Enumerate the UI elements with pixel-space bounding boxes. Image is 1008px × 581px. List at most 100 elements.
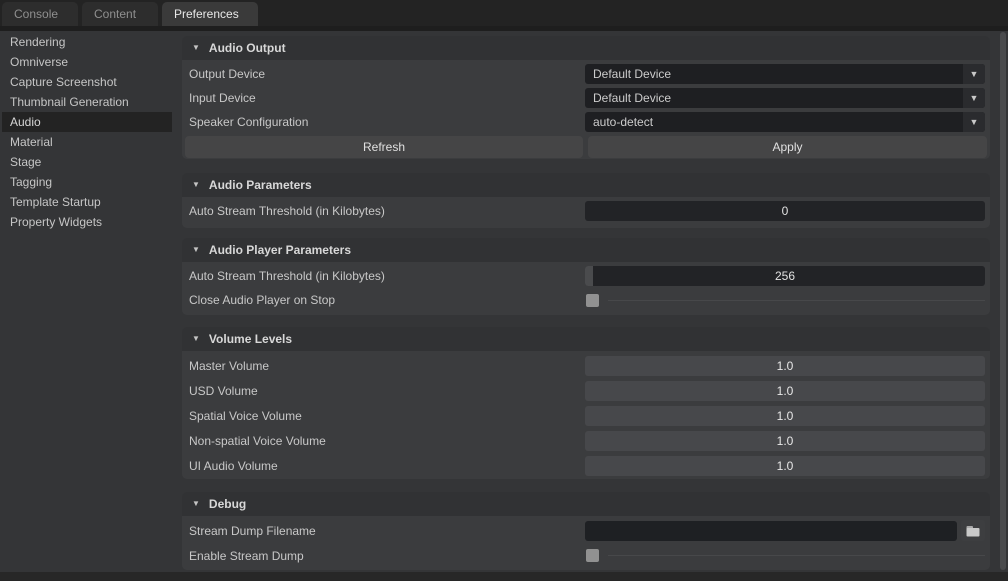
section-audio-player-parameters-header[interactable]: ▼ Audio Player Parameters — [182, 238, 990, 262]
close-audio-player-checkbox[interactable] — [586, 294, 599, 307]
row-auto-stream-threshold: Auto Stream Threshold (in Kilobytes) 0 — [185, 199, 987, 223]
sidebar-item-thumbnail-generation[interactable]: Thumbnail Generation — [2, 92, 172, 112]
dropdown-arrow-icon: ▼ — [963, 112, 985, 132]
input-device-dropdown[interactable]: Default Device ▼ — [585, 88, 985, 108]
dropdown-arrow-icon: ▼ — [963, 64, 985, 84]
output-device-label: Output Device — [185, 67, 585, 81]
tab-console[interactable]: Console — [2, 2, 78, 26]
vertical-scrollbar[interactable] — [1000, 32, 1006, 570]
browse-file-button[interactable] — [961, 520, 985, 541]
spatial-voice-volume-value: 1.0 — [777, 409, 794, 423]
row-enable-stream-dump: Enable Stream Dump — [185, 543, 987, 568]
usd-volume-label: USD Volume — [185, 384, 585, 398]
speaker-configuration-dropdown[interactable]: auto-detect ▼ — [585, 112, 985, 132]
output-device-value: Default Device — [585, 67, 671, 81]
row-rule-line — [608, 555, 985, 556]
row-player-stream-threshold: Auto Stream Threshold (in Kilobytes) 256 — [185, 264, 987, 288]
section-debug-header[interactable]: ▼ Debug — [182, 492, 990, 516]
apply-button[interactable]: Apply — [588, 136, 987, 158]
sidebar-item-stage[interactable]: Stage — [2, 152, 172, 172]
sidebar-item-capture-screenshot[interactable]: Capture Screenshot — [2, 72, 172, 92]
row-master-volume: Master Volume 1.0 — [185, 353, 987, 378]
collapse-arrow-icon: ▼ — [192, 180, 200, 189]
input-device-value: Default Device — [585, 91, 671, 105]
section-title: Debug — [209, 497, 246, 511]
tab-console-label: Console — [14, 7, 58, 21]
stream-dump-filename-label: Stream Dump Filename — [185, 524, 585, 538]
input-device-label: Input Device — [185, 91, 585, 105]
auto-stream-threshold-field[interactable]: 0 — [585, 201, 985, 221]
speaker-configuration-label: Speaker Configuration — [185, 115, 585, 129]
stream-dump-filename-input[interactable] — [585, 521, 957, 541]
section-volume-levels-header[interactable]: ▼ Volume Levels — [182, 327, 990, 351]
enable-stream-dump-label: Enable Stream Dump — [185, 549, 585, 563]
tab-content-label: Content — [94, 7, 136, 21]
row-stream-dump-filename: Stream Dump Filename — [185, 518, 987, 543]
row-output-device: Output Device Default Device ▼ — [185, 62, 987, 86]
section-title: Volume Levels — [209, 332, 292, 346]
sidebar-item-audio[interactable]: Audio — [2, 112, 172, 132]
auto-stream-threshold-label: Auto Stream Threshold (in Kilobytes) — [185, 204, 585, 218]
ui-audio-volume-value: 1.0 — [777, 459, 794, 473]
section-volume-levels: ▼ Volume Levels Master Volume 1.0 USD Vo… — [182, 327, 990, 479]
sidebar-item-property-widgets[interactable]: Property Widgets — [2, 212, 172, 232]
section-audio-player-parameters: ▼ Audio Player Parameters Auto Stream Th… — [182, 238, 990, 315]
auto-stream-threshold-value: 0 — [782, 204, 789, 218]
close-audio-player-label: Close Audio Player on Stop — [185, 293, 585, 307]
tabbar-divider — [0, 26, 1008, 31]
player-stream-threshold-value: 256 — [775, 269, 795, 283]
tab-bar: Console Content Preferences — [0, 0, 1008, 26]
player-stream-threshold-label: Auto Stream Threshold (in Kilobytes) — [185, 269, 585, 283]
player-stream-threshold-field[interactable]: 256 — [585, 266, 985, 286]
drag-fill-handle — [585, 266, 593, 286]
ui-audio-volume-label: UI Audio Volume — [185, 459, 585, 473]
enable-stream-dump-checkbox[interactable] — [586, 549, 599, 562]
master-volume-slider[interactable]: 1.0 — [585, 356, 985, 376]
section-title: Audio Player Parameters — [209, 243, 351, 257]
row-usd-volume: USD Volume 1.0 — [185, 378, 987, 403]
folder-icon — [966, 525, 980, 537]
nonspatial-voice-volume-value: 1.0 — [777, 434, 794, 448]
section-audio-output: ▼ Audio Output Output Device Default Dev… — [182, 36, 990, 159]
section-title: Audio Parameters — [209, 178, 312, 192]
row-rule-line — [608, 300, 985, 301]
sidebar-item-omniverse[interactable]: Omniverse — [2, 52, 172, 72]
row-spatial-voice-volume: Spatial Voice Volume 1.0 — [185, 403, 987, 428]
usd-volume-slider[interactable]: 1.0 — [585, 381, 985, 401]
master-volume-label: Master Volume — [185, 359, 585, 373]
dropdown-arrow-icon: ▼ — [963, 88, 985, 108]
window-bottom-edge — [0, 572, 1008, 581]
sidebar-item-template-startup[interactable]: Template Startup — [2, 192, 172, 212]
collapse-arrow-icon: ▼ — [192, 499, 200, 508]
tab-content[interactable]: Content — [82, 2, 158, 26]
section-audio-parameters: ▼ Audio Parameters Auto Stream Threshold… — [182, 173, 990, 228]
tab-preferences[interactable]: Preferences — [162, 2, 258, 26]
sidebar-item-tagging[interactable]: Tagging — [2, 172, 172, 192]
sidebar-item-material[interactable]: Material — [2, 132, 172, 152]
row-ui-audio-volume: UI Audio Volume 1.0 — [185, 453, 987, 478]
speaker-configuration-value: auto-detect — [585, 115, 653, 129]
output-device-dropdown[interactable]: Default Device ▼ — [585, 64, 985, 84]
row-nonspatial-voice-volume: Non-spatial Voice Volume 1.0 — [185, 428, 987, 453]
master-volume-value: 1.0 — [777, 359, 794, 373]
nonspatial-voice-volume-label: Non-spatial Voice Volume — [185, 434, 585, 448]
section-audio-output-header[interactable]: ▼ Audio Output — [182, 36, 990, 60]
section-audio-parameters-header[interactable]: ▼ Audio Parameters — [182, 173, 990, 197]
row-input-device: Input Device Default Device ▼ — [185, 86, 987, 110]
audio-output-buttons: Refresh Apply — [185, 136, 987, 158]
collapse-arrow-icon: ▼ — [192, 245, 200, 254]
usd-volume-value: 1.0 — [777, 384, 794, 398]
row-speaker-configuration: Speaker Configuration auto-detect ▼ — [185, 110, 987, 134]
collapse-arrow-icon: ▼ — [192, 43, 200, 52]
section-debug: ▼ Debug Stream Dump Filename Enable Stre… — [182, 492, 990, 570]
sidebar-item-rendering[interactable]: Rendering — [2, 32, 172, 52]
preferences-sidebar: Rendering Omniverse Capture Screenshot T… — [0, 32, 176, 232]
nonspatial-voice-volume-slider[interactable]: 1.0 — [585, 431, 985, 451]
section-title: Audio Output — [209, 41, 286, 55]
spatial-voice-volume-label: Spatial Voice Volume — [185, 409, 585, 423]
row-close-audio-player: Close Audio Player on Stop — [185, 288, 987, 312]
spatial-voice-volume-slider[interactable]: 1.0 — [585, 406, 985, 426]
refresh-button[interactable]: Refresh — [185, 136, 583, 158]
ui-audio-volume-slider[interactable]: 1.0 — [585, 456, 985, 476]
collapse-arrow-icon: ▼ — [192, 334, 200, 343]
